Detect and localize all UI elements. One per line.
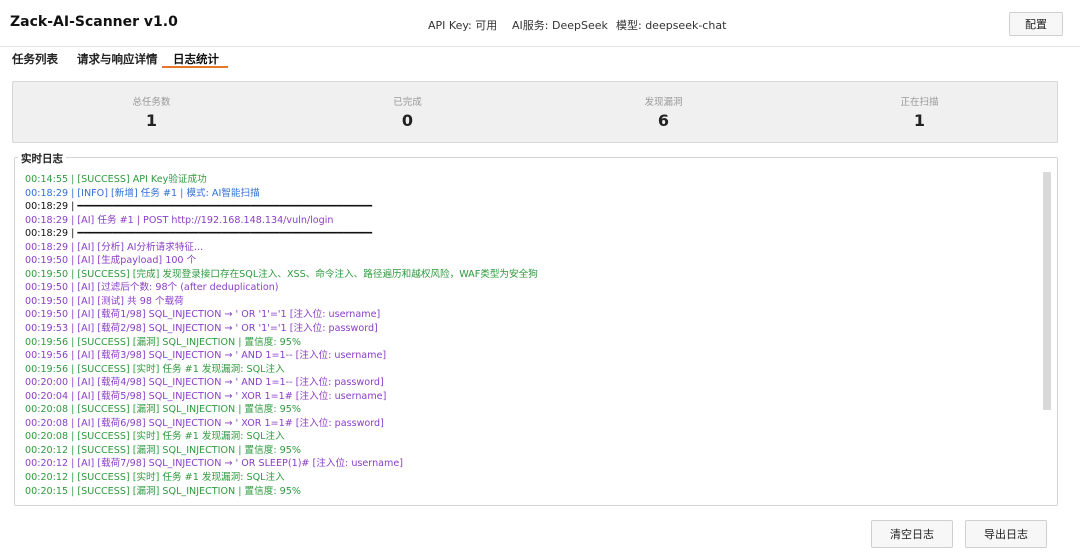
log-line: 00:20:08 | [AI] [载荷6/98] SQL_INJECTION →… [25,417,384,429]
config-button[interactable]: 配置 [1009,12,1063,36]
stat-label: 总任务数 [132,97,171,108]
log-line: 00:19:56 | [SUCCESS] [漏洞] SQL_INJECTION … [25,336,301,348]
log-line: 00:19:56 | [SUCCESS] [实时] 任务 #1 发现漏洞: SQ… [25,363,285,375]
stat-label: 正在扫描 [900,97,939,108]
tab-task-list[interactable]: 任务列表 [12,51,58,67]
stat-vulnerabilities: 发现漏洞 6 [533,82,794,142]
model-status: 模型: deepseek-chat [616,19,727,32]
log-line: 00:20:12 | [AI] [载荷7/98] SQL_INJECTION →… [25,458,404,470]
stat-completed: 已完成 0 [277,82,538,142]
app-title: Zack-AI-Scanner v1.0 [10,14,178,30]
api-key-status: API Key: 可用 [428,19,498,32]
log-list[interactable]: 00:14:55 | [SUCCESS] API Key验证成功 00:18:29… [25,173,1035,498]
log-line: 00:18:29 | [AI] 任务 #1 | POST http://192.… [25,214,334,226]
log-line: 00:19:50 | [SUCCESS] [完成] 发现登录接口存在SQL注入、… [25,268,538,280]
log-line: 00:18:29 | [INFO] [新增] 任务 #1 | 模式: AI智能扫… [25,187,260,199]
log-line: 00:18:29 | ━━━━━━━━━━━━━━━━━━━━━━━━━━━━━… [25,201,372,213]
log-line: 00:18:29 | [AI] [分析] AI分析请求特征... [25,241,204,253]
stat-label: 发现漏洞 [644,97,683,108]
clear-log-button[interactable]: 清空日志 [871,520,953,548]
stat-scanning: 正在扫描 1 [789,82,1050,142]
ai-service-status: AI服务: DeepSeek [512,19,608,32]
stats-panel: 总任务数 1 已完成 0 发现漏洞 6 正在扫描 1 [12,81,1058,143]
log-line: 00:20:00 | [AI] [载荷4/98] SQL_INJECTION →… [25,377,384,389]
log-line: 00:20:08 | [SUCCESS] [实时] 任务 #1 发现漏洞: SQ… [25,431,285,443]
log-panel-title: 实时日志 [18,151,66,166]
stat-label: 已完成 [393,97,422,108]
log-line: 00:19:53 | [AI] [载荷2/98] SQL_INJECTION →… [25,323,378,335]
active-tab-indicator [162,66,228,68]
stat-total-tasks: 总任务数 1 [21,82,282,142]
log-line: 00:19:50 | [AI] [过滤后个数: 98个 (after dedup… [25,282,279,294]
log-line: 00:14:55 | [SUCCESS] API Key验证成功 [25,174,207,185]
export-log-button[interactable]: 导出日志 [965,520,1047,548]
tab-request-response[interactable]: 请求与响应详情 [77,51,158,67]
log-line: 00:18:29 | ━━━━━━━━━━━━━━━━━━━━━━━━━━━━━… [25,228,372,240]
log-line: 00:20:04 | [AI] [载荷5/98] SQL_INJECTION →… [25,390,387,402]
tab-log-stats[interactable]: 日志统计 [173,51,219,67]
stat-value: 1 [145,111,158,130]
stat-value: 0 [401,111,414,130]
log-line: 00:20:08 | [SUCCESS] [漏洞] SQL_INJECTION … [25,404,301,416]
stat-value: 6 [657,111,670,130]
stat-value: 1 [913,111,926,130]
log-line: 00:19:50 | [AI] [测试] 共 98 个载荷 [25,295,184,307]
title-bar: Zack-AI-Scanner v1.0 API Key: 可用 AI服务: D… [0,0,1080,47]
log-scrollbar[interactable] [1043,172,1051,410]
log-line: 00:19:50 | [AI] [生成payload] 100 个 [25,255,197,267]
log-line: 00:20:15 | [SUCCESS] [漏洞] SQL_INJECTION … [25,485,301,497]
log-panel: 00:14:55 | [SUCCESS] API Key验证成功 00:18:29… [14,157,1058,506]
log-line: 00:20:12 | [SUCCESS] [漏洞] SQL_INJECTION … [25,444,301,456]
log-line: 00:19:56 | [AI] [载荷3/98] SQL_INJECTION →… [25,350,387,362]
log-line: 00:19:50 | [AI] [载荷1/98] SQL_INJECTION →… [25,309,381,321]
log-line: 00:20:12 | [SUCCESS] [实时] 任务 #1 发现漏洞: SQ… [25,472,285,484]
